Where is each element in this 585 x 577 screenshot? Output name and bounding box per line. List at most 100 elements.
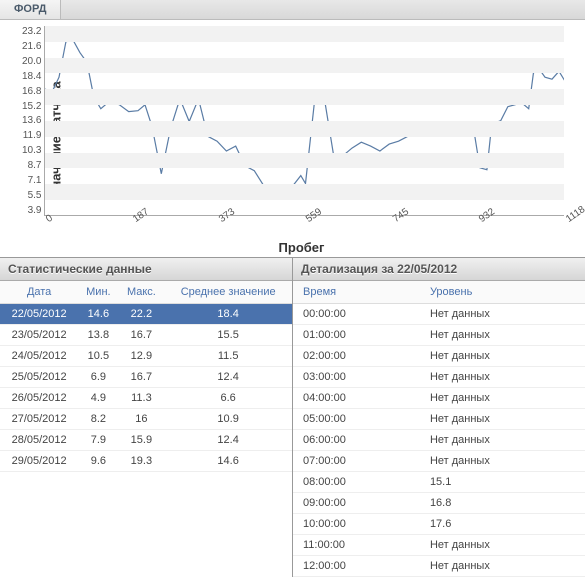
table-row[interactable]: 04:00:00Нет данных <box>293 388 585 409</box>
table-row[interactable]: 07:00:00Нет данных <box>293 451 585 472</box>
cell: 6.6 <box>164 388 292 409</box>
cell: 9.6 <box>78 451 118 472</box>
cell: Нет данных <box>420 388 585 409</box>
tab-bar: ФОРД <box>0 0 585 20</box>
detail-table: ВремяУровень 00:00:00Нет данных01:00:00Н… <box>293 281 585 577</box>
cell: 11:00:00 <box>293 535 420 556</box>
table-row[interactable]: 08:00:0015.1 <box>293 472 585 493</box>
chart-area: Значение датчика 23.221.620.018.416.815.… <box>0 20 585 257</box>
cell: 24/05/2012 <box>0 346 78 367</box>
grid-row <box>45 121 564 137</box>
cell: 14.6 <box>164 451 292 472</box>
cell: Нет данных <box>420 409 585 430</box>
table-row[interactable]: 06:00:00Нет данных <box>293 430 585 451</box>
cell: 29/05/2012 <box>0 451 78 472</box>
plot <box>44 26 564 216</box>
cell: 16.7 <box>119 325 165 346</box>
cell: 17.6 <box>420 514 585 535</box>
cell: 22.2 <box>119 304 165 325</box>
cell: 15.5 <box>164 325 292 346</box>
cell: 25/05/2012 <box>0 367 78 388</box>
cell: 18.4 <box>164 304 292 325</box>
stats-title: Статистические данные <box>0 258 292 281</box>
grid-row <box>45 153 564 169</box>
table-row[interactable]: 24/05/201210.512.911.5 <box>0 346 292 367</box>
cell: Нет данных <box>420 451 585 472</box>
y-tick: 5.5 <box>22 190 41 201</box>
table-row[interactable]: 11:00:00Нет данных <box>293 535 585 556</box>
grid-row <box>45 89 564 105</box>
table-row[interactable]: 09:00:0016.8 <box>293 493 585 514</box>
cell: 12.9 <box>119 346 165 367</box>
table-row[interactable]: 25/05/20126.916.712.4 <box>0 367 292 388</box>
cell: 14.6 <box>78 304 118 325</box>
table-row[interactable]: 22/05/201214.622.218.4 <box>0 304 292 325</box>
col-header[interactable]: Уровень <box>420 281 585 304</box>
cell: 10:00:00 <box>293 514 420 535</box>
cell: 10.5 <box>78 346 118 367</box>
cell: Нет данных <box>420 556 585 577</box>
cell: 12:00:00 <box>293 556 420 577</box>
cell: 6.9 <box>78 367 118 388</box>
cell: Нет данных <box>420 325 585 346</box>
col-header[interactable]: Время <box>293 281 420 304</box>
cell: 13.8 <box>78 325 118 346</box>
grid-row <box>45 184 564 200</box>
cell: 09:00:00 <box>293 493 420 514</box>
table-row[interactable]: 27/05/20128.21610.9 <box>0 409 292 430</box>
table-row[interactable]: 29/05/20129.619.314.6 <box>0 451 292 472</box>
cell: 01:00:00 <box>293 325 420 346</box>
panels: Статистические данные ДатаМин.Макс.Средн… <box>0 257 585 577</box>
y-tick: 23.2 <box>22 26 41 37</box>
cell: Нет данных <box>420 346 585 367</box>
table-row[interactable]: 12:00:00Нет данных <box>293 556 585 577</box>
cell: 06:00:00 <box>293 430 420 451</box>
cell: Нет данных <box>420 367 585 388</box>
cell: 12.4 <box>164 430 292 451</box>
cell: Нет данных <box>420 430 585 451</box>
y-tick: 16.8 <box>22 86 41 97</box>
cell: 07:00:00 <box>293 451 420 472</box>
table-row[interactable]: 00:00:00Нет данных <box>293 304 585 325</box>
cell: 8.2 <box>78 409 118 430</box>
cell: 22/05/2012 <box>0 304 78 325</box>
grid-row <box>45 26 564 42</box>
x-ticks: 01873735597459321118 <box>48 216 568 246</box>
table-row[interactable]: 23/05/201213.816.715.5 <box>0 325 292 346</box>
table-row[interactable]: 02:00:00Нет данных <box>293 346 585 367</box>
cell: 02:00:00 <box>293 346 420 367</box>
table-row[interactable]: 03:00:00Нет данных <box>293 367 585 388</box>
detail-title: Детализация за 22/05/2012 <box>293 258 585 281</box>
table-row[interactable]: 26/05/20124.911.36.6 <box>0 388 292 409</box>
cell: 16.8 <box>420 493 585 514</box>
table-row[interactable]: 01:00:00Нет данных <box>293 325 585 346</box>
tab-ford[interactable]: ФОРД <box>0 0 61 19</box>
stats-table: ДатаМин.Макс.Среднее значение 22/05/2012… <box>0 281 292 472</box>
table-row[interactable]: 05:00:00Нет данных <box>293 409 585 430</box>
grid-row <box>45 58 564 74</box>
cell: 26/05/2012 <box>0 388 78 409</box>
cell: 04:00:00 <box>293 388 420 409</box>
y-tick: 3.9 <box>22 205 41 216</box>
y-ticks: 23.221.620.018.416.815.213.611.910.38.77… <box>22 26 44 216</box>
col-header[interactable]: Дата <box>0 281 78 304</box>
y-tick: 8.7 <box>22 160 41 171</box>
y-tick: 20.0 <box>22 56 41 67</box>
cell: 15.1 <box>420 472 585 493</box>
y-tick: 15.2 <box>22 101 41 112</box>
col-header[interactable]: Мин. <box>78 281 118 304</box>
y-tick: 10.3 <box>22 145 41 156</box>
table-row[interactable]: 28/05/20127.915.912.4 <box>0 430 292 451</box>
cell: 05:00:00 <box>293 409 420 430</box>
table-row[interactable]: 10:00:0017.6 <box>293 514 585 535</box>
col-header[interactable]: Макс. <box>119 281 165 304</box>
y-tick: 13.6 <box>22 115 41 126</box>
cell: 03:00:00 <box>293 367 420 388</box>
cell: 19.3 <box>119 451 165 472</box>
y-tick: 11.9 <box>22 130 41 141</box>
cell: 28/05/2012 <box>0 430 78 451</box>
cell: Нет данных <box>420 535 585 556</box>
col-header[interactable]: Среднее значение <box>164 281 292 304</box>
cell: 16.7 <box>119 367 165 388</box>
cell: Нет данных <box>420 304 585 325</box>
